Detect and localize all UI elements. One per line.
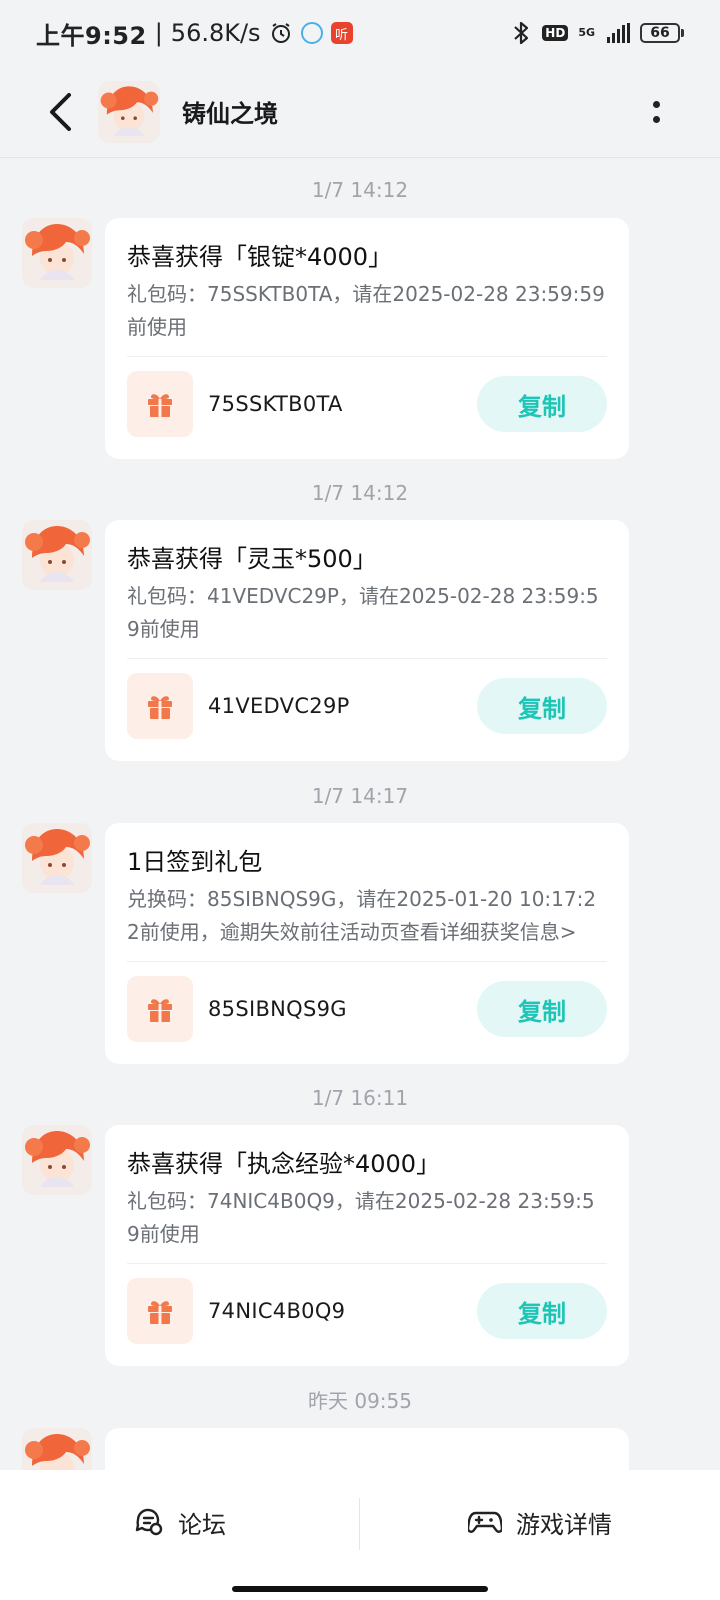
gift-title: 恭喜获得「银锭*4000」 — [127, 243, 393, 271]
more-dot-icon — [652, 116, 660, 123]
gift-title: 恭喜获得「执念经验*4000」 — [127, 1150, 441, 1178]
sender-avatar[interactable] — [22, 520, 92, 590]
message-timestamp: 1/7 16:11 — [311, 1086, 409, 1110]
app-notification-icon: 听 — [330, 22, 353, 44]
hd-badge: HD — [542, 25, 569, 41]
battery-level: 66 — [640, 23, 680, 43]
gift-icon — [127, 1278, 193, 1344]
divider — [127, 356, 607, 357]
bluetooth-icon — [510, 20, 532, 46]
forum-label: 论坛 — [178, 1510, 226, 1539]
divider — [127, 961, 607, 962]
message-timestamp: 1/7 14:12 — [311, 178, 409, 202]
divider — [127, 658, 607, 659]
gift-message-card: 恭喜获得「银锭*4000」 礼包码：75SSKTB0TA，请在2025-02-2… — [105, 218, 629, 459]
gift-code-row: 85SIBNQS9G 复制 — [127, 976, 607, 1042]
sender-avatar[interactable] — [22, 1428, 92, 1470]
forum-button[interactable]: 论坛 — [0, 1470, 360, 1574]
back-button[interactable] — [30, 82, 90, 142]
message-timestamp: 昨天 09:55 — [308, 1389, 412, 1413]
sender-avatar[interactable] — [22, 1125, 92, 1195]
status-net-speed: 56.8K/s — [170, 19, 261, 47]
alarm-icon — [269, 21, 293, 45]
message-timestamp: 1/7 14:17 — [311, 784, 409, 808]
gift-description: 礼包码：74NIC4B0Q9，请在2025-02-28 23:59:59前使用 — [127, 1189, 595, 1246]
status-time: 上午9:52 — [36, 21, 147, 50]
gift-description: 礼包码：41VEDVC29P，请在2025-02-28 23:59:59前使用 — [127, 584, 599, 641]
gift-code: 74NIC4B0Q9 — [208, 1299, 346, 1323]
gift-description[interactable]: 兑换码：85SIBNQS9G，请在2025-01-20 10:17:22前使用，… — [127, 883, 607, 949]
battery-icon: 66 — [640, 23, 684, 43]
gift-title: 1日签到礼包 — [127, 848, 263, 876]
message-timestamp: 1/7 14:12 — [311, 481, 409, 505]
gift-icon — [127, 976, 193, 1042]
more-options-button[interactable] — [636, 88, 676, 136]
sender-avatar[interactable] — [22, 218, 92, 288]
gift-message-card: 1日签到礼包 兑换码：85SIBNQS9G，请在2025-01-20 10:17… — [105, 823, 629, 1064]
chat-header: 铸仙之境 — [0, 66, 720, 158]
gift-message-card — [105, 1428, 629, 1470]
copy-button[interactable]: 复制 — [477, 678, 607, 734]
cloud-icon — [300, 22, 323, 44]
gift-message-card: 恭喜获得「灵玉*500」 礼包码：41VEDVC29P，请在2025-02-28… — [105, 520, 629, 761]
signal-icon — [607, 23, 630, 43]
gift-code-row: 41VEDVC29P 复制 — [127, 673, 607, 739]
gift-code-row: 74NIC4B0Q9 复制 — [127, 1278, 607, 1344]
chevron-left-icon — [50, 92, 71, 131]
game-details-label: 游戏详情 — [516, 1510, 612, 1539]
more-dot-icon — [652, 101, 660, 108]
copy-button[interactable]: 复制 — [477, 1283, 607, 1339]
gift-code: 41VEDVC29P — [208, 694, 350, 718]
home-indicator[interactable] — [232, 1586, 488, 1592]
gift-icon — [127, 371, 193, 437]
status-bar: 上午9:52 | 56.8K/s 听 HD 5G 66 — [0, 0, 720, 66]
gift-icon — [127, 673, 193, 739]
divider — [127, 1263, 607, 1264]
gift-description: 礼包码：75SSKTB0TA，请在2025-02-28 23:59:59前使用 — [127, 282, 605, 339]
copy-button[interactable]: 复制 — [477, 376, 607, 432]
gamepad-icon — [468, 1511, 502, 1533]
gift-title: 恭喜获得「灵玉*500」 — [127, 545, 377, 573]
gift-code: 75SSKTB0TA — [208, 392, 343, 416]
message-list[interactable]: 1/7 14:12 恭喜获得「银锭*4000」 礼包码：75SSKTB0TA，请… — [0, 158, 720, 1470]
bottom-action-bar: 论坛 游戏详情 — [0, 1470, 720, 1600]
gift-message-card: 恭喜获得「执念经验*4000」 礼包码：74NIC4B0Q9，请在2025-02… — [105, 1125, 629, 1366]
gift-code: 85SIBNQS9G — [208, 997, 347, 1021]
status-separator: | — [154, 19, 163, 47]
page-title: 铸仙之境 — [182, 100, 278, 128]
network-type: 5G — [578, 26, 595, 39]
forum-icon — [135, 1508, 163, 1536]
game-avatar[interactable] — [98, 80, 160, 143]
gift-code-row: 75SSKTB0TA 复制 — [127, 371, 607, 437]
game-details-button[interactable]: 游戏详情 — [360, 1470, 720, 1574]
copy-button[interactable]: 复制 — [477, 981, 607, 1037]
sender-avatar[interactable] — [22, 823, 92, 893]
